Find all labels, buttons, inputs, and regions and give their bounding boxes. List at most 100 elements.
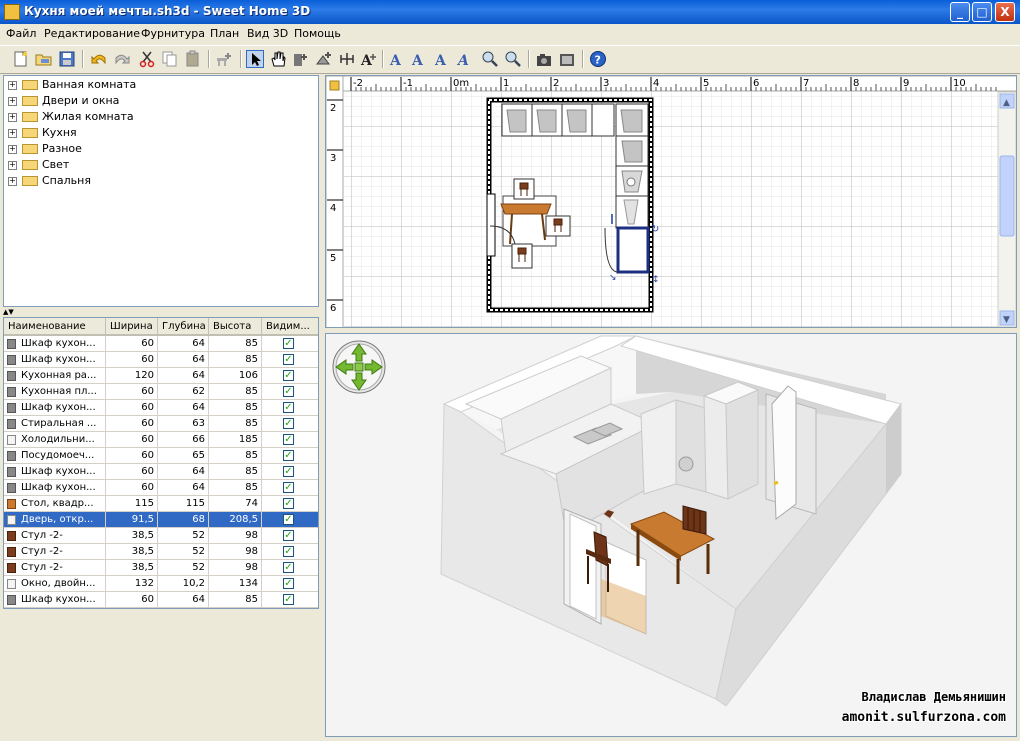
visible-checkbox[interactable]: ✓ — [283, 338, 294, 349]
cell-visible[interactable]: ✓ — [262, 400, 318, 416]
visible-checkbox[interactable]: ✓ — [283, 482, 294, 493]
undo-icon[interactable] — [90, 50, 108, 68]
visible-checkbox[interactable]: ✓ — [283, 354, 294, 365]
copy-icon[interactable] — [161, 50, 179, 68]
visible-checkbox[interactable]: ✓ — [283, 498, 294, 509]
menu-edit[interactable]: Редактирование — [44, 27, 140, 40]
cell-visible[interactable]: ✓ — [262, 464, 318, 480]
cell-visible[interactable]: ✓ — [262, 336, 318, 352]
table-row[interactable]: Посудомоеч... 60 65 85 ✓ — [4, 448, 318, 464]
table-row[interactable]: Шкаф кухон... 60 64 85 ✓ — [4, 352, 318, 368]
cell-visible[interactable]: ✓ — [262, 416, 318, 432]
column-header-width[interactable]: Ширина — [106, 318, 158, 336]
table-row[interactable]: Стул -2- 38,5 52 98 ✓ — [4, 560, 318, 576]
cell-visible[interactable]: ✓ — [262, 496, 318, 512]
video-icon[interactable] — [558, 50, 576, 68]
cell-visible[interactable]: ✓ — [262, 384, 318, 400]
cell-visible[interactable]: ✓ — [262, 576, 318, 592]
text-style-icon-3[interactable]: A — [433, 50, 451, 69]
maximize-button[interactable]: □ — [972, 2, 992, 22]
text-style-icon-2[interactable]: A — [410, 50, 428, 69]
visible-checkbox[interactable]: ✓ — [283, 370, 294, 381]
expand-icon[interactable]: + — [8, 177, 17, 186]
table-row[interactable]: Шкаф кухон... 60 64 85 ✓ — [4, 480, 318, 496]
visible-checkbox[interactable]: ✓ — [283, 434, 294, 445]
redo-icon[interactable] — [113, 50, 131, 68]
table-row[interactable]: Стул -2- 38,5 52 98 ✓ — [4, 528, 318, 544]
table-row[interactable]: Окно, двойн... 132 10,2 134 ✓ — [4, 576, 318, 592]
expand-icon[interactable]: + — [8, 129, 17, 138]
add-text-icon[interactable]: A — [360, 50, 378, 69]
visible-checkbox[interactable]: ✓ — [283, 530, 294, 541]
navigation-compass[interactable] — [332, 340, 386, 394]
visible-checkbox[interactable]: ✓ — [283, 594, 294, 605]
table-row[interactable]: Шкаф кухон... 60 64 85 ✓ — [4, 592, 318, 608]
window-title-bar[interactable]: Кухня моей мечты.sh3d - Sweet Home 3D _ … — [0, 0, 1020, 24]
visible-checkbox[interactable]: ✓ — [283, 402, 294, 413]
expand-icon[interactable]: + — [8, 97, 17, 106]
minimize-button[interactable]: _ — [950, 2, 970, 22]
column-header-visible[interactable]: Видим... — [262, 318, 318, 336]
photo-camera-icon[interactable] — [535, 50, 553, 68]
plan-top-cabinets[interactable] — [501, 103, 649, 137]
create-dimensions-icon[interactable] — [338, 50, 356, 68]
new-file-icon[interactable] — [12, 50, 30, 68]
visible-checkbox[interactable]: ✓ — [283, 562, 294, 573]
cell-visible[interactable]: ✓ — [262, 432, 318, 448]
plan-view[interactable]: -2 -1 0m 1 2 3 4 5 6 7 8 9 10 23456 ↻ ↘ … — [325, 75, 1017, 328]
table-row[interactable]: Холодильни... 60 66 185 ✓ — [4, 432, 318, 448]
paste-icon[interactable] — [184, 50, 202, 68]
scroll-thumb[interactable] — [999, 155, 1015, 237]
text-style-icon-4[interactable]: A — [456, 50, 474, 69]
column-header-name[interactable]: Наименование — [4, 318, 106, 336]
select-arrow-icon[interactable] — [246, 50, 264, 68]
menu-3d-view[interactable]: Вид 3D — [247, 27, 288, 40]
cell-visible[interactable]: ✓ — [262, 592, 318, 608]
expand-icon[interactable]: + — [8, 81, 17, 90]
close-button[interactable]: X — [995, 2, 1015, 22]
column-header-height[interactable]: Высота — [209, 318, 262, 336]
add-furniture-icon[interactable] — [215, 50, 233, 68]
menu-file[interactable]: Файл — [6, 27, 36, 40]
expand-icon[interactable]: + — [8, 161, 17, 170]
create-walls-icon[interactable] — [292, 50, 310, 68]
open-icon[interactable] — [35, 50, 53, 68]
table-row[interactable]: Шкаф кухон... 60 64 85 ✓ — [4, 336, 318, 352]
visible-checkbox[interactable]: ✓ — [283, 546, 294, 557]
text-style-icon-1[interactable]: A — [388, 50, 406, 69]
zoom-out-icon[interactable] — [504, 50, 522, 68]
cut-icon[interactable] — [138, 50, 156, 68]
visible-checkbox[interactable]: ✓ — [283, 514, 294, 525]
cell-visible[interactable]: ✓ — [262, 560, 318, 576]
cell-visible[interactable]: ✓ — [262, 544, 318, 560]
plan-canvas[interactable]: -2 -1 0m 1 2 3 4 5 6 7 8 9 10 23456 ↻ ↘ … — [326, 76, 1017, 328]
cell-visible[interactable]: ✓ — [262, 480, 318, 496]
help-icon[interactable]: ? — [589, 50, 607, 68]
table-row[interactable]: Дверь, откр... 91,5 68 208,5 ✓ — [4, 512, 318, 528]
table-row[interactable]: Стол, квадр... 115 115 74 ✓ — [4, 496, 318, 512]
table-row[interactable]: Стиральная ... 60 63 85 ✓ — [4, 416, 318, 432]
create-rooms-icon[interactable] — [315, 50, 333, 68]
table-row[interactable]: Кухонная пл... 60 62 85 ✓ — [4, 384, 318, 400]
vertical-splitter[interactable] — [320, 75, 324, 737]
visible-checkbox[interactable]: ✓ — [283, 578, 294, 589]
menu-plan[interactable]: План — [210, 27, 239, 40]
3d-canvas[interactable] — [326, 334, 1017, 737]
expand-icon[interactable]: + — [8, 145, 17, 154]
horizontal-splitter[interactable]: ▲▼ — [3, 308, 319, 316]
visible-checkbox[interactable]: ✓ — [283, 466, 294, 477]
cell-visible[interactable]: ✓ — [262, 368, 318, 384]
column-header-depth[interactable]: Глубина — [158, 318, 209, 336]
table-row[interactable]: Шкаф кухон... 60 64 85 ✓ — [4, 400, 318, 416]
cell-visible[interactable]: ✓ — [262, 512, 318, 528]
cell-visible[interactable]: ✓ — [262, 528, 318, 544]
save-icon[interactable] — [58, 50, 76, 68]
table-row[interactable]: Шкаф кухон... 60 64 85 ✓ — [4, 464, 318, 480]
3d-view[interactable] — [325, 333, 1017, 737]
visible-checkbox[interactable]: ✓ — [283, 386, 294, 397]
expand-icon[interactable]: + — [8, 113, 17, 122]
plan-right-cabinets[interactable] — [615, 135, 649, 229]
table-row[interactable]: Кухонная ра... 120 64 106 ✓ — [4, 368, 318, 384]
visible-checkbox[interactable]: ✓ — [283, 450, 294, 461]
plan-window[interactable] — [486, 193, 496, 257]
